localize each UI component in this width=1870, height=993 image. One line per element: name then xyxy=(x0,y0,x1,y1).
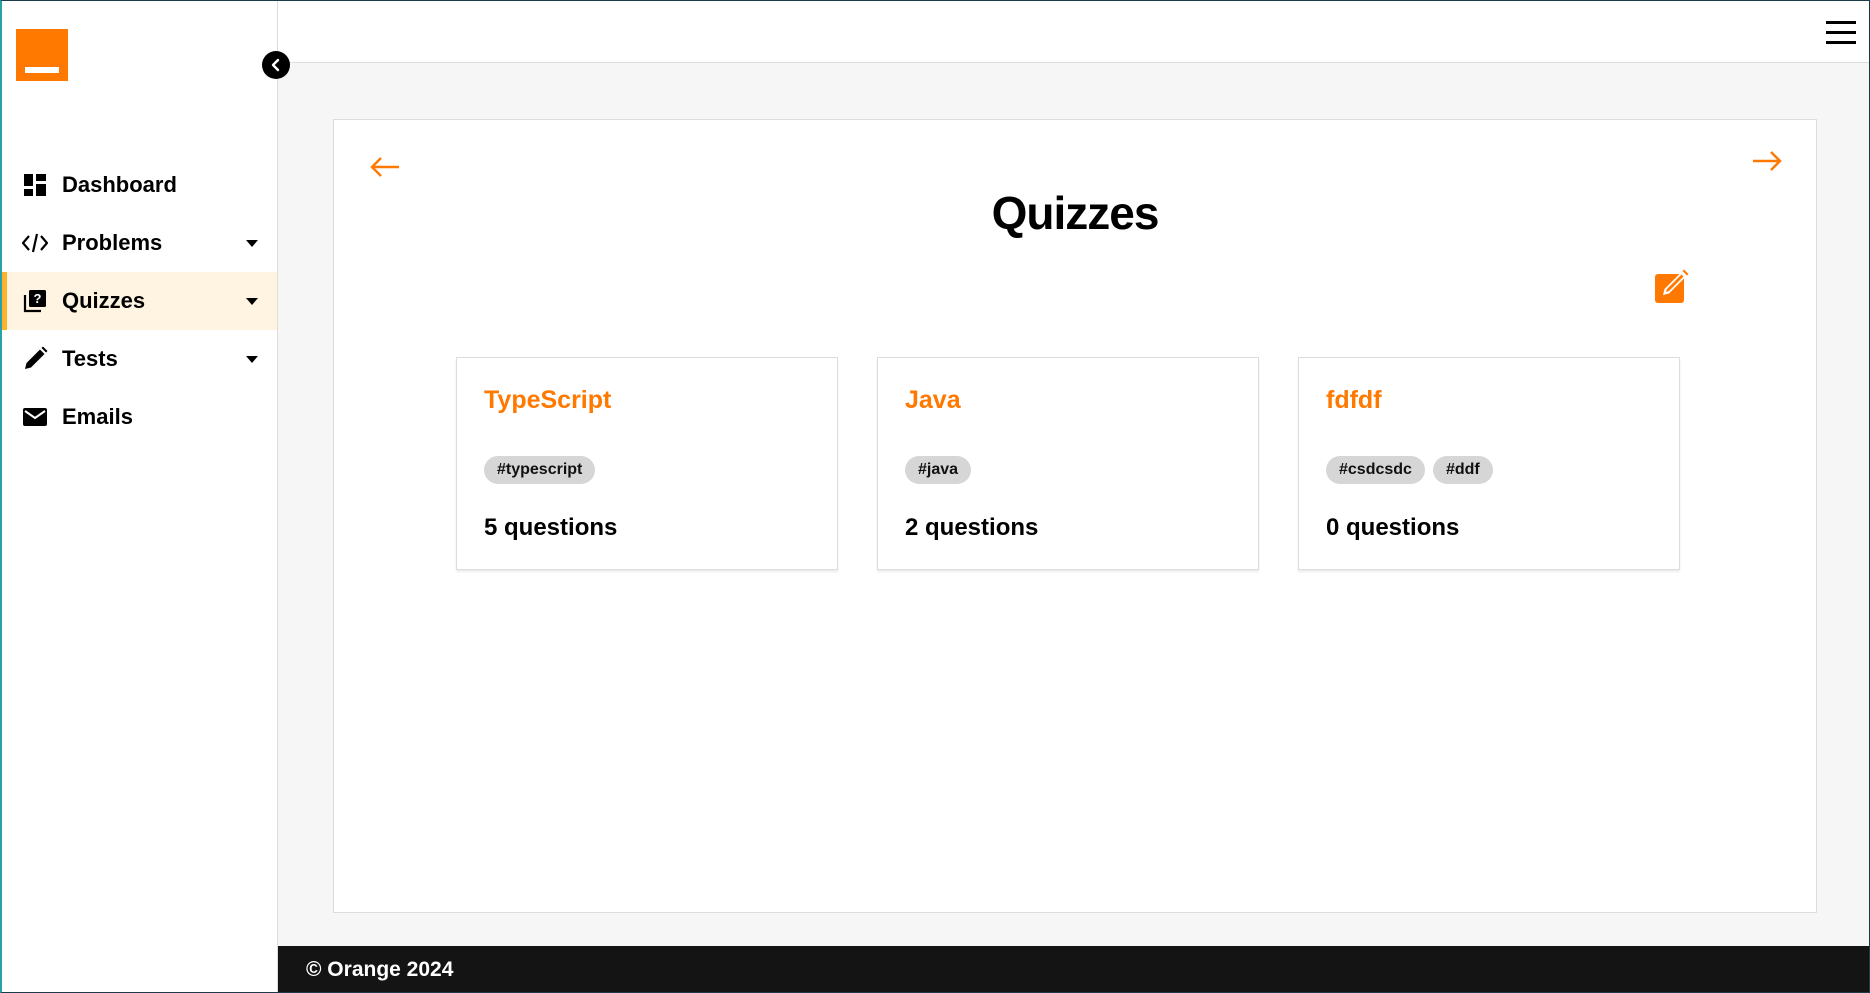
chevron-down-icon[interactable] xyxy=(246,356,258,363)
footer: © Orange 2024 xyxy=(278,946,1869,992)
mail-icon xyxy=(22,404,48,430)
quiz-card-fdfdf[interactable]: fdfdf #csdcsdc #ddf 0 questions xyxy=(1298,357,1680,570)
sidebar-item-label: Dashboard xyxy=(62,172,177,197)
main-content: Quizzes TypeScript #typescript 5 questio… xyxy=(278,63,1869,946)
edit-icon xyxy=(1655,269,1689,303)
sidebar-item-label: Problems xyxy=(62,230,163,255)
chevron-down-icon[interactable] xyxy=(246,240,258,247)
quiz-card-java[interactable]: Java #java 2 questions xyxy=(877,357,1259,570)
tag-badge: #java xyxy=(905,456,972,484)
top-bar xyxy=(278,1,1869,63)
question-count: 2 questions xyxy=(905,514,1039,541)
sidebar-item-label: Tests xyxy=(62,346,118,371)
sidebar-item-quizzes[interactable]: ? Quizzes xyxy=(2,272,277,330)
collapse-sidebar-button[interactable] xyxy=(262,51,290,79)
quiz-card-tags: #csdcsdc #ddf xyxy=(1326,456,1493,484)
sidebar-item-label: Quizzes xyxy=(62,288,146,313)
sidebar-item-dashboard[interactable]: Dashboard xyxy=(2,156,277,214)
sidebar-item-tests[interactable]: Tests xyxy=(2,330,277,388)
code-icon xyxy=(22,230,48,256)
hamburger-icon[interactable] xyxy=(1826,21,1856,45)
quiz-card-title[interactable]: fdfdf xyxy=(1326,386,1382,415)
tag-badge: #typescript xyxy=(484,456,596,484)
quiz-card-title[interactable]: Java xyxy=(905,386,961,415)
page-title: Quizzes xyxy=(991,187,1160,239)
quiz-card-tags: #java xyxy=(905,456,972,484)
quizzes-panel: Quizzes TypeScript #typescript 5 questio… xyxy=(333,119,1817,913)
sidebar-item-label: Emails xyxy=(62,404,133,429)
logo-bar xyxy=(25,67,59,73)
tag-badge: #csdcsdc xyxy=(1326,456,1425,484)
dashboard-icon xyxy=(22,172,48,198)
create-quiz-button[interactable] xyxy=(1654,268,1690,304)
orange-logo[interactable] xyxy=(16,29,68,81)
forward-arrow-button[interactable] xyxy=(1752,150,1782,177)
arrow-right-icon xyxy=(1753,151,1782,171)
sidebar-nav: Dashboard Problems ? Quizzes Tests Email… xyxy=(2,156,277,446)
sidebar: Dashboard Problems ? Quizzes Tests Email… xyxy=(2,1,278,992)
tag-badge: #ddf xyxy=(1432,456,1493,484)
copyright-text: © Orange 2024 xyxy=(306,958,454,981)
question-count: 5 questions xyxy=(484,514,618,541)
chevron-left-icon xyxy=(271,58,280,72)
sidebar-item-emails[interactable]: Emails xyxy=(2,388,277,446)
quiz-card-title[interactable]: TypeScript xyxy=(484,386,611,415)
quiz-icon: ? xyxy=(22,288,48,314)
quiz-card-typescript[interactable]: TypeScript #typescript 5 questions xyxy=(456,357,838,570)
chevron-down-icon[interactable] xyxy=(246,298,258,305)
svg-text:?: ? xyxy=(34,291,42,306)
app-window: Dashboard Problems ? Quizzes Tests Email… xyxy=(0,0,1870,993)
sidebar-item-problems[interactable]: Problems xyxy=(2,214,277,272)
arrow-left-icon xyxy=(370,157,399,177)
back-arrow-button[interactable] xyxy=(370,156,400,183)
pencil-icon xyxy=(22,346,48,372)
quiz-card-tags: #typescript xyxy=(484,456,596,484)
question-count: 0 questions xyxy=(1326,514,1460,541)
